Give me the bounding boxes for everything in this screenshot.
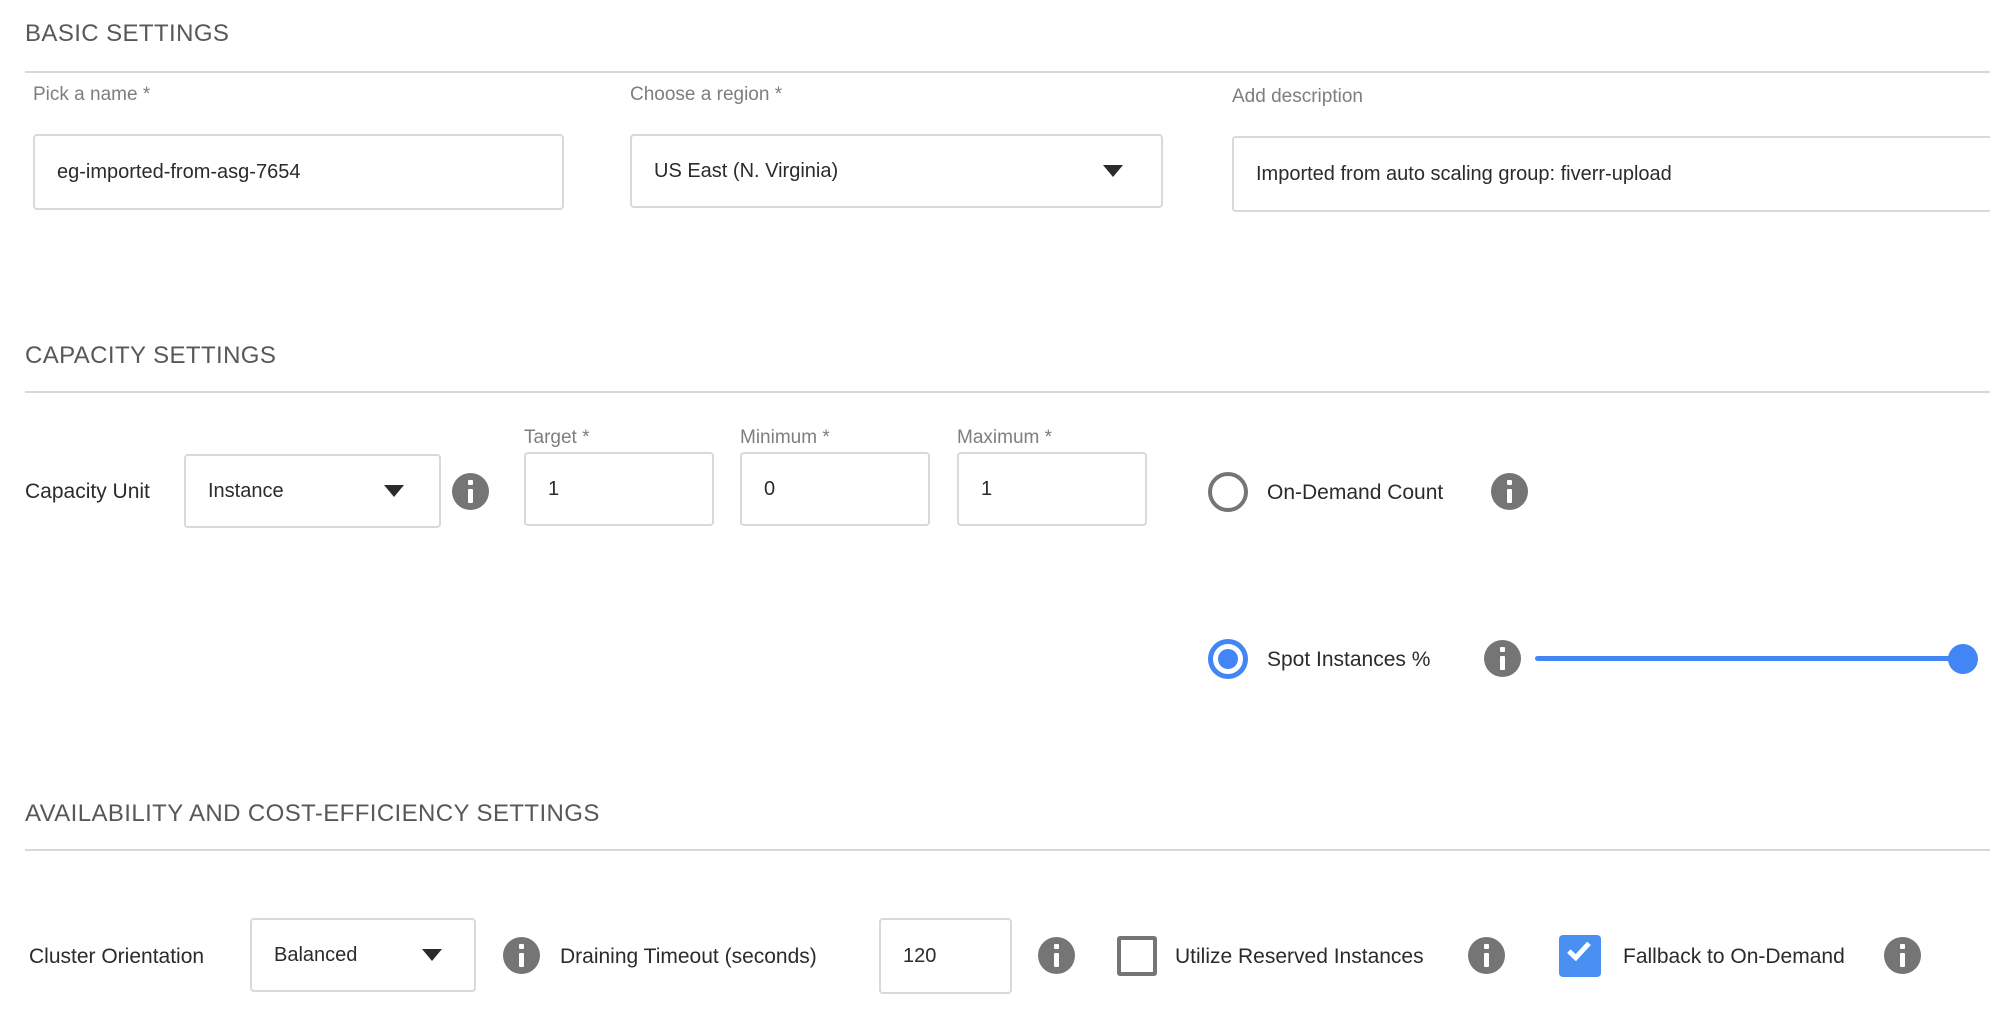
section-divider [25, 391, 1990, 393]
target-input[interactable] [524, 452, 714, 526]
spot-percentage-slider-thumb[interactable] [1948, 644, 1978, 674]
draining-timeout-input[interactable] [879, 918, 1012, 994]
pick-a-name-label: Pick a name * [33, 84, 150, 106]
spot-instances-label[interactable]: Spot Instances % [1267, 648, 1430, 672]
spot-instances-info-icon[interactable] [1484, 640, 1521, 677]
caret-down-icon [1103, 165, 1123, 177]
basic-settings-title: BASIC SETTINGS [25, 20, 229, 48]
section-divider [25, 71, 1990, 73]
capacity-unit-info-icon[interactable] [452, 473, 489, 510]
add-description-label: Add description [1232, 86, 1363, 108]
cluster-orientation-label: Cluster Orientation [29, 945, 204, 969]
name-input[interactable] [33, 134, 564, 210]
availability-settings-title: AVAILABILITY AND COST-EFFICIENCY SETTING… [25, 800, 600, 828]
capacity-unit-dropdown[interactable]: Instance [184, 454, 441, 528]
description-input[interactable] [1232, 136, 1990, 212]
radio-dot [1218, 649, 1238, 669]
target-label: Target * [524, 427, 589, 449]
cluster-orientation-info-icon[interactable] [503, 937, 540, 974]
region-dropdown-value: US East (N. Virginia) [654, 160, 838, 183]
cluster-orientation-dropdown[interactable]: Balanced [250, 918, 476, 992]
on-demand-count-info-icon[interactable] [1491, 473, 1528, 510]
section-divider [25, 849, 1990, 851]
utilize-reserved-instances-info-icon[interactable] [1468, 937, 1505, 974]
capacity-settings-title: CAPACITY SETTINGS [25, 342, 276, 370]
check-icon [1567, 937, 1591, 961]
capacity-unit-label: Capacity Unit [25, 480, 150, 504]
maximum-label: Maximum * [957, 427, 1052, 449]
choose-a-region-label: Choose a region * [630, 84, 782, 106]
utilize-reserved-instances-label[interactable]: Utilize Reserved Instances [1175, 945, 1424, 969]
maximum-input[interactable] [957, 452, 1147, 526]
spot-instances-radio[interactable] [1208, 639, 1248, 679]
fallback-to-on-demand-checkbox[interactable] [1559, 935, 1601, 977]
cluster-orientation-dropdown-value: Balanced [274, 944, 357, 967]
minimum-input[interactable] [740, 452, 930, 526]
draining-timeout-label: Draining Timeout (seconds) [560, 945, 817, 969]
caret-down-icon [384, 485, 404, 497]
caret-down-icon [422, 949, 442, 961]
utilize-reserved-instances-checkbox[interactable] [1117, 936, 1157, 976]
fallback-to-on-demand-label[interactable]: Fallback to On-Demand [1623, 945, 1845, 969]
spot-percentage-slider-track[interactable] [1535, 656, 1963, 661]
minimum-label: Minimum * [740, 427, 830, 449]
on-demand-count-label[interactable]: On-Demand Count [1267, 481, 1443, 505]
on-demand-count-radio[interactable] [1208, 472, 1248, 512]
draining-timeout-info-icon[interactable] [1038, 937, 1075, 974]
fallback-to-on-demand-info-icon[interactable] [1884, 937, 1921, 974]
region-dropdown[interactable]: US East (N. Virginia) [630, 134, 1163, 208]
capacity-unit-dropdown-value: Instance [208, 480, 284, 503]
